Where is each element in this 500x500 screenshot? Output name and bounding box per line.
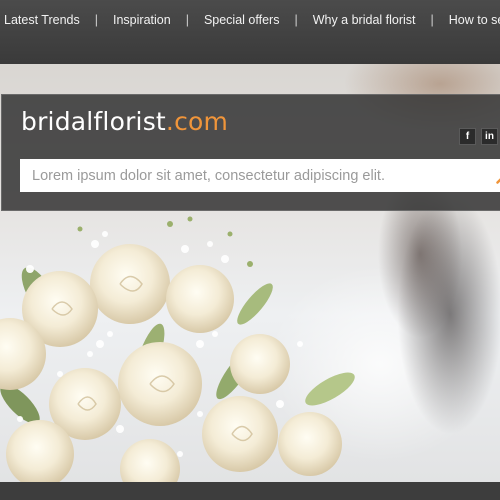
bottom-bar: [0, 482, 500, 500]
nav-separator: |: [94, 13, 98, 27]
bouquet-illustration: [0, 216, 355, 482]
nav-link-why-bridal-florist[interactable]: Why a bridal florist: [313, 13, 416, 27]
nav-separator: |: [294, 13, 298, 27]
nav-separator: |: [430, 13, 434, 27]
logo-main-text: bridalflorist: [21, 107, 166, 136]
top-navigation: Latest Trends | Inspiration | Special of…: [0, 0, 500, 64]
nav-links: Latest Trends | Inspiration | Special of…: [4, 13, 500, 27]
social-links: f in: [459, 128, 498, 145]
search-input[interactable]: [20, 159, 500, 192]
nav-link-how-to-select[interactable]: How to select a br: [449, 13, 500, 27]
nav-link-inspiration[interactable]: Inspiration: [113, 13, 171, 27]
facebook-icon[interactable]: f: [459, 128, 476, 145]
linkedin-icon[interactable]: in: [481, 128, 498, 145]
nav-link-special-offers[interactable]: Special offers: [204, 13, 280, 27]
site-header: bridalflorist.com f in: [1, 94, 500, 211]
nav-separator: |: [185, 13, 189, 27]
search-icon[interactable]: [496, 168, 500, 184]
site-logo[interactable]: bridalflorist.com: [21, 109, 228, 134]
nav-link-latest-trends[interactable]: Latest Trends: [4, 13, 80, 27]
logo-suffix-text: .com: [165, 107, 229, 136]
